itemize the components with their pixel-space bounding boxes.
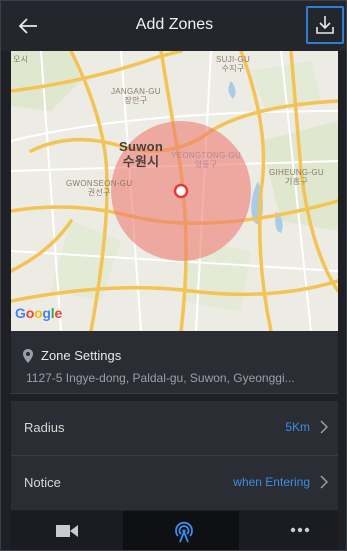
map-label-yeongtong-ko: 영통구 (194, 160, 218, 169)
page-title: Add Zones (135, 16, 214, 33)
notice-value: when Entering (233, 475, 310, 489)
google-logo: Google (15, 305, 62, 321)
download-button[interactable] (306, 6, 344, 44)
map-label-gwonseon-en: GWONSEON-GU (66, 179, 133, 188)
map-label-gwonseon-ko: 권선구 (87, 188, 111, 197)
map-label-giheung-ko: 기흥구 (285, 177, 308, 186)
map-label-suji: SUJI-GU 수지구 (216, 55, 250, 73)
zone-settings-title: Zone Settings (41, 348, 122, 363)
map-label-yeongtong-en: YEONGTONG-GU (171, 151, 242, 160)
radius-row[interactable]: Radius 5Km (11, 401, 338, 455)
notice-row[interactable]: Notice when Entering (11, 456, 338, 510)
map-label-yeongtong: YEONGTONG-GU 영통구 (171, 151, 241, 169)
chevron-right-icon (320, 475, 328, 489)
map-label-suwon-ko: 수원시 (122, 154, 160, 169)
zone-address: 1127-5 Ingye-dong, Paldal-gu, Suwon, Gye… (26, 371, 295, 385)
map-label-giheung: GIHEUNG-GU 기흥구 (269, 168, 324, 186)
google-logo-letter: e (54, 305, 63, 321)
map-label-suwon-en: Suwon (119, 139, 164, 154)
radius-label: Radius (24, 420, 65, 435)
more-icon[interactable] (290, 527, 310, 533)
radius-value: 5Km (285, 420, 310, 434)
chevron-right-icon (320, 420, 328, 434)
map-label-giheung-en: GIHEUNG-GU (269, 168, 324, 177)
camera-icon[interactable] (56, 523, 78, 539)
header: Add Zones (1, 1, 346, 51)
map-label-suwon: Suwon 수원시 (119, 139, 163, 169)
google-logo-letter: o (25, 305, 35, 321)
map-label-gwonseon: GWONSEON-GU 권선구 (66, 179, 132, 197)
map-label-jangan: JANGAN-GU 장안구 (111, 87, 161, 105)
map-label-corner: 오시 (13, 55, 29, 64)
download-icon (316, 16, 334, 34)
signal-icon[interactable] (172, 520, 196, 544)
map-view[interactable]: 오시 SUJI-GU 수지구 JANGAN-GU 장안구 Suwon 수원시 Y… (11, 51, 338, 331)
divider (11, 393, 338, 394)
map-canvas (11, 51, 338, 331)
app-frame: Add Zones 오시 SUJI-GU 수지구 JANGAN-GU 장안구 S… (0, 0, 347, 551)
notice-label: Notice (24, 475, 61, 490)
bottom-nav (11, 511, 338, 550)
zone-settings[interactable]: Zone Settings 1127-5 Ingye-dong, Paldal-… (11, 331, 338, 393)
map-label-jangan-en: JANGAN-GU (111, 87, 161, 96)
google-logo-letter: G (15, 305, 26, 321)
map-label-suji-en: SUJI-GU (216, 55, 251, 64)
google-logo-letter: g (42, 305, 51, 321)
location-pin-icon (23, 349, 33, 363)
map-label-jangan-ko: 장안구 (124, 96, 148, 105)
map-label-suji-ko: 수지구 (221, 64, 245, 73)
